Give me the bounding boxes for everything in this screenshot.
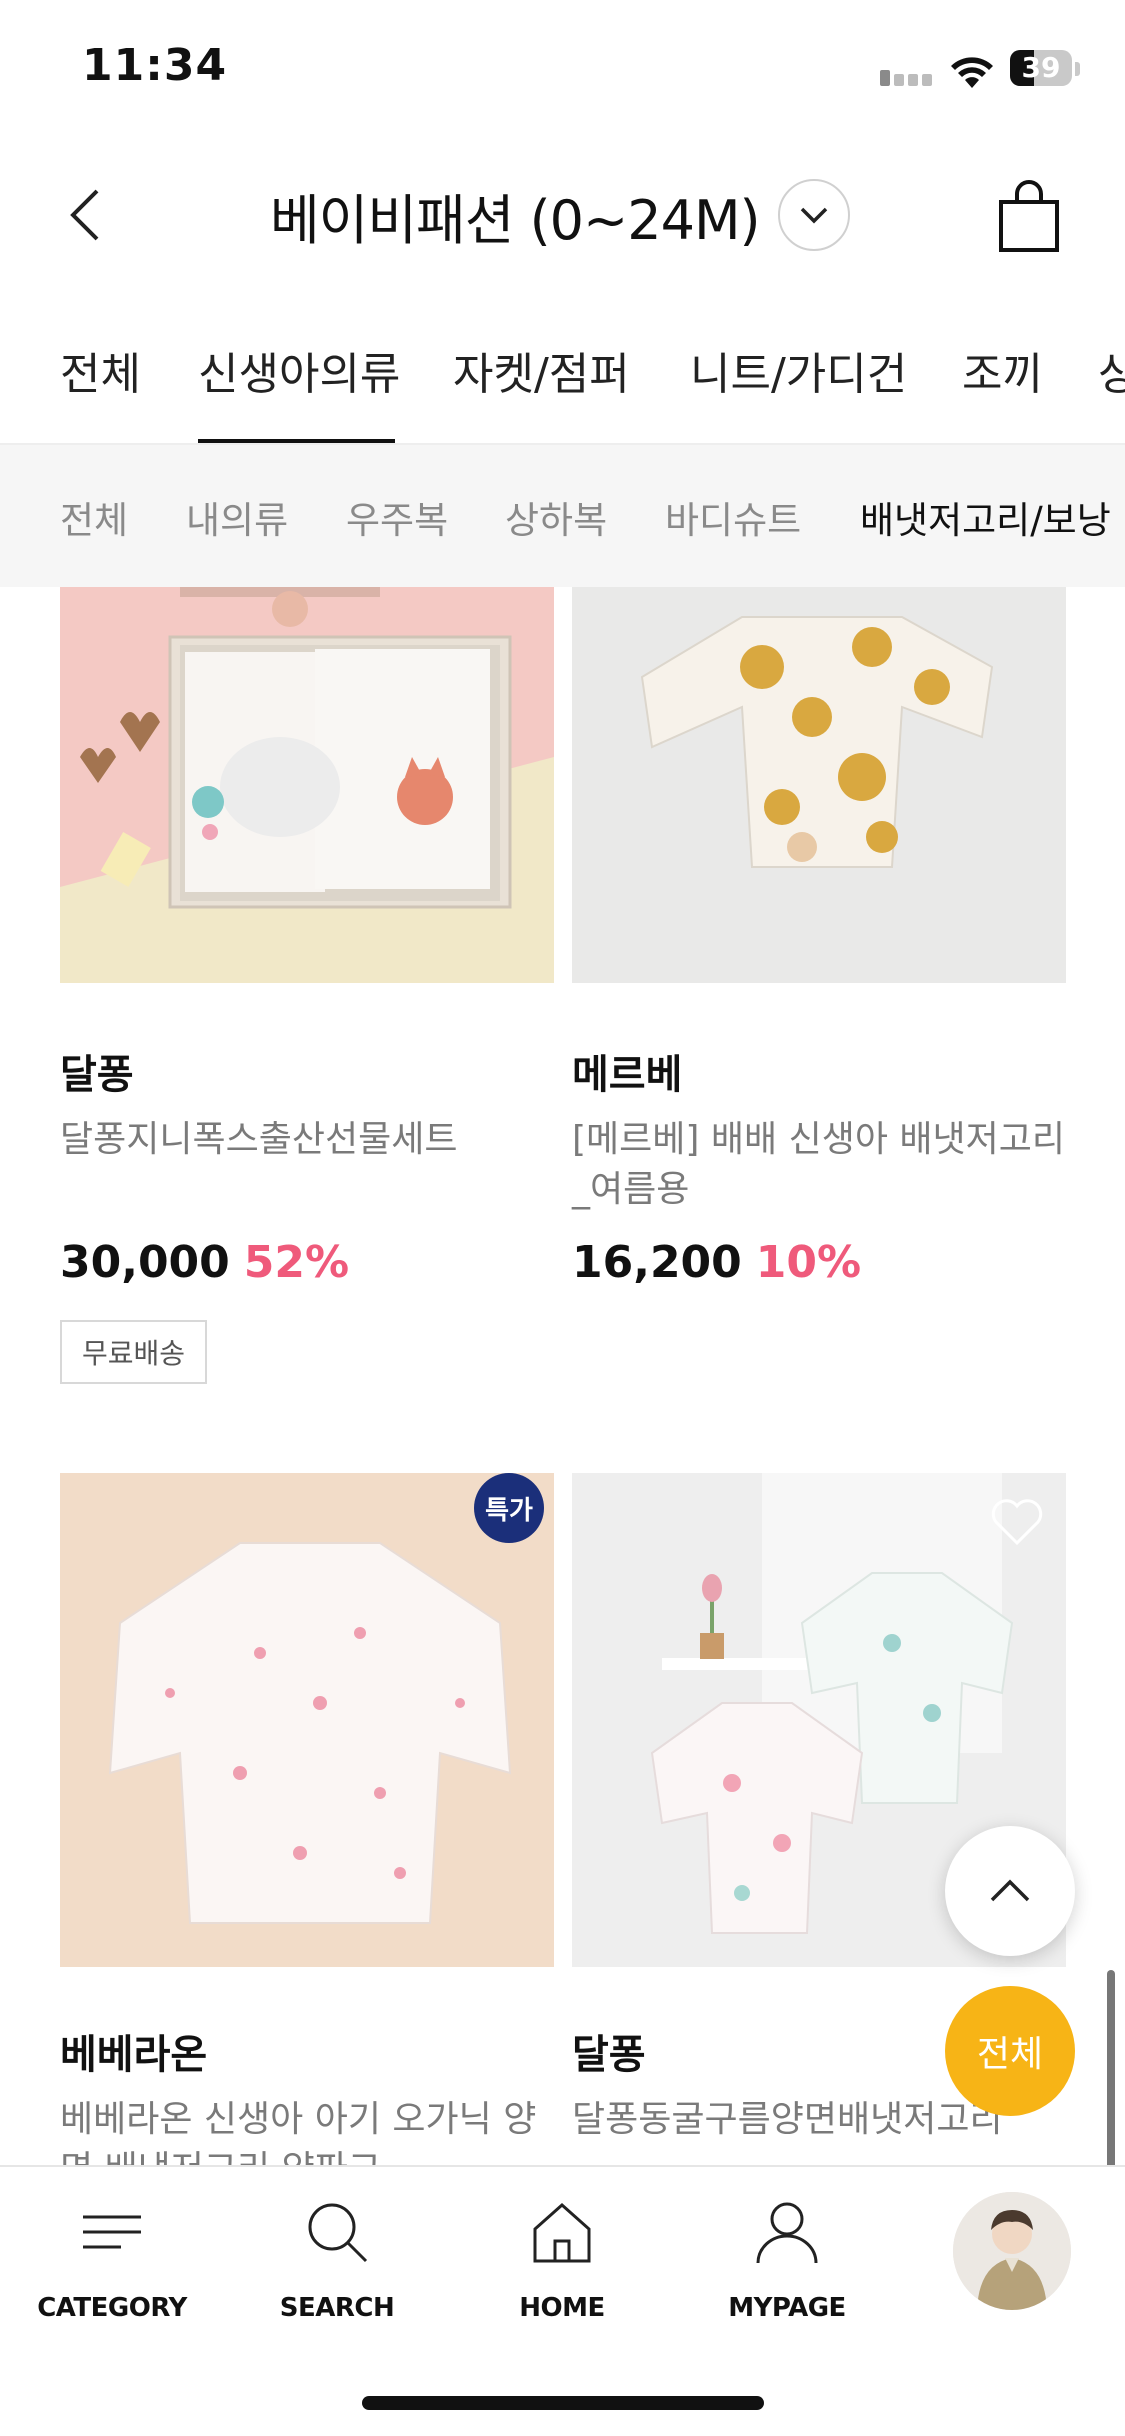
battery-cap <box>1075 62 1080 76</box>
cellular-signal-icon <box>880 66 934 86</box>
avatar[interactable] <box>953 2192 1071 2310</box>
subtab-bodysuit[interactable]: 바디슈트 <box>665 490 801 544</box>
product-price: 30,000 <box>60 1237 230 1288</box>
sub-category-tabs: 전체 내의류 우주복 상하복 바디슈트 배냇저고리/보낭 <box>0 445 1125 587</box>
status-time: 11:34 <box>82 40 228 91</box>
tab-newborn[interactable]: 신생아의류 <box>198 338 400 438</box>
chevron-up-icon <box>990 1879 1030 1902</box>
nav-category[interactable]: CATEGORY <box>22 2197 202 2323</box>
page-title: 베이비패션 (0~24M) <box>270 188 761 252</box>
chevron-down-icon <box>800 207 827 224</box>
subtab-all[interactable]: 전체 <box>60 490 128 544</box>
nav-label: SEARCH <box>279 2293 395 2323</box>
product-price: 16,200 <box>572 1237 742 1288</box>
heart-icon[interactable] <box>990 1497 1044 1547</box>
subtab-underwear[interactable]: 내의류 <box>186 490 288 544</box>
header: 베이비패션 (0~24M) <box>0 150 1125 280</box>
tab-vest[interactable]: 조끼 <box>962 338 1043 438</box>
status-bar: 11:34 39 <box>0 0 1125 140</box>
all-categories-button[interactable]: 전체 <box>945 1986 1075 2116</box>
nav-search[interactable]: SEARCH <box>247 2197 427 2323</box>
scroll-to-top-button[interactable] <box>945 1826 1075 1956</box>
product-name[interactable]: 달퐁지니폭스출산선물세트 <box>60 1115 554 1165</box>
nav-label: CATEGORY <box>37 2293 187 2323</box>
product-brand: 달퐁 <box>60 1052 134 1098</box>
back-button[interactable] <box>50 180 120 250</box>
tab-more[interactable]: 상 <box>1098 338 1125 438</box>
home-indicator <box>362 2396 764 2410</box>
nav-label: MYPAGE <box>728 2293 846 2323</box>
free-shipping-badge: 무료배송 <box>60 1320 208 1384</box>
newborn-top-photo <box>572 587 1066 983</box>
title-dropdown-button[interactable] <box>777 179 850 251</box>
product-name[interactable]: 베베라온 신생아 아기 오가닉 양면 배냇저고리 양파고 <box>60 2095 554 2167</box>
product-image-beberaon[interactable] <box>60 1473 554 1967</box>
product-grid: 달퐁 달퐁지니폭스출산선물세트 30,000 52% 무료배송 메르베 [메르베… <box>0 587 1125 2167</box>
product-image-merve[interactable] <box>572 587 1066 983</box>
gift-set-photo <box>60 587 554 983</box>
product-brand: 베베라온 <box>60 2032 208 2078</box>
chevron-left-icon <box>70 189 99 241</box>
wifi-icon <box>951 57 993 88</box>
title-selector[interactable]: 베이비패션 (0~24M) <box>270 172 850 258</box>
subtab-set[interactable]: 상하복 <box>505 490 607 544</box>
battery-level: 39 <box>1021 51 1061 84</box>
avatar-photo <box>953 2192 1071 2310</box>
tab-jacket[interactable]: 자켓/점퍼 <box>453 338 630 438</box>
product-brand: 메르베 <box>572 1052 683 1098</box>
price-row: 16,200 10% <box>572 1237 861 1288</box>
subtab-romper[interactable]: 우주복 <box>346 490 448 544</box>
home-icon <box>533 2202 591 2263</box>
search-icon <box>308 2203 368 2263</box>
menu-icon <box>83 2215 141 2249</box>
price-row: 30,000 52% <box>60 1237 349 1288</box>
tab-all[interactable]: 전체 <box>60 338 141 438</box>
subtab-newborn-top[interactable]: 배냇저고리/보낭 <box>860 490 1111 544</box>
shopping-bag-icon[interactable] <box>995 178 1063 256</box>
special-price-badge: 특가 <box>474 1473 544 1543</box>
nav-label: HOME <box>519 2293 605 2323</box>
product-name[interactable]: [메르베] 배배 신생아 배냇저고리_여름용 <box>572 1115 1066 1215</box>
category-tabs: 전체 신생아의류 자켓/점퍼 니트/가디건 조끼 상 <box>0 300 1125 445</box>
product-brand: 달퐁 <box>572 2032 646 2078</box>
user-icon <box>756 2202 818 2264</box>
battery-icon: 39 <box>1010 50 1072 86</box>
product-image-gift-set[interactable] <box>60 587 554 983</box>
scrollbar[interactable] <box>1107 1970 1115 2195</box>
nav-home[interactable]: HOME <box>472 2197 652 2323</box>
product-discount: 52% <box>243 1237 350 1288</box>
organic-top-photo <box>60 1473 554 1967</box>
nav-mypage[interactable]: MYPAGE <box>697 2197 877 2323</box>
tab-knit[interactable]: 니트/가디건 <box>690 338 907 438</box>
product-discount: 10% <box>755 1237 862 1288</box>
